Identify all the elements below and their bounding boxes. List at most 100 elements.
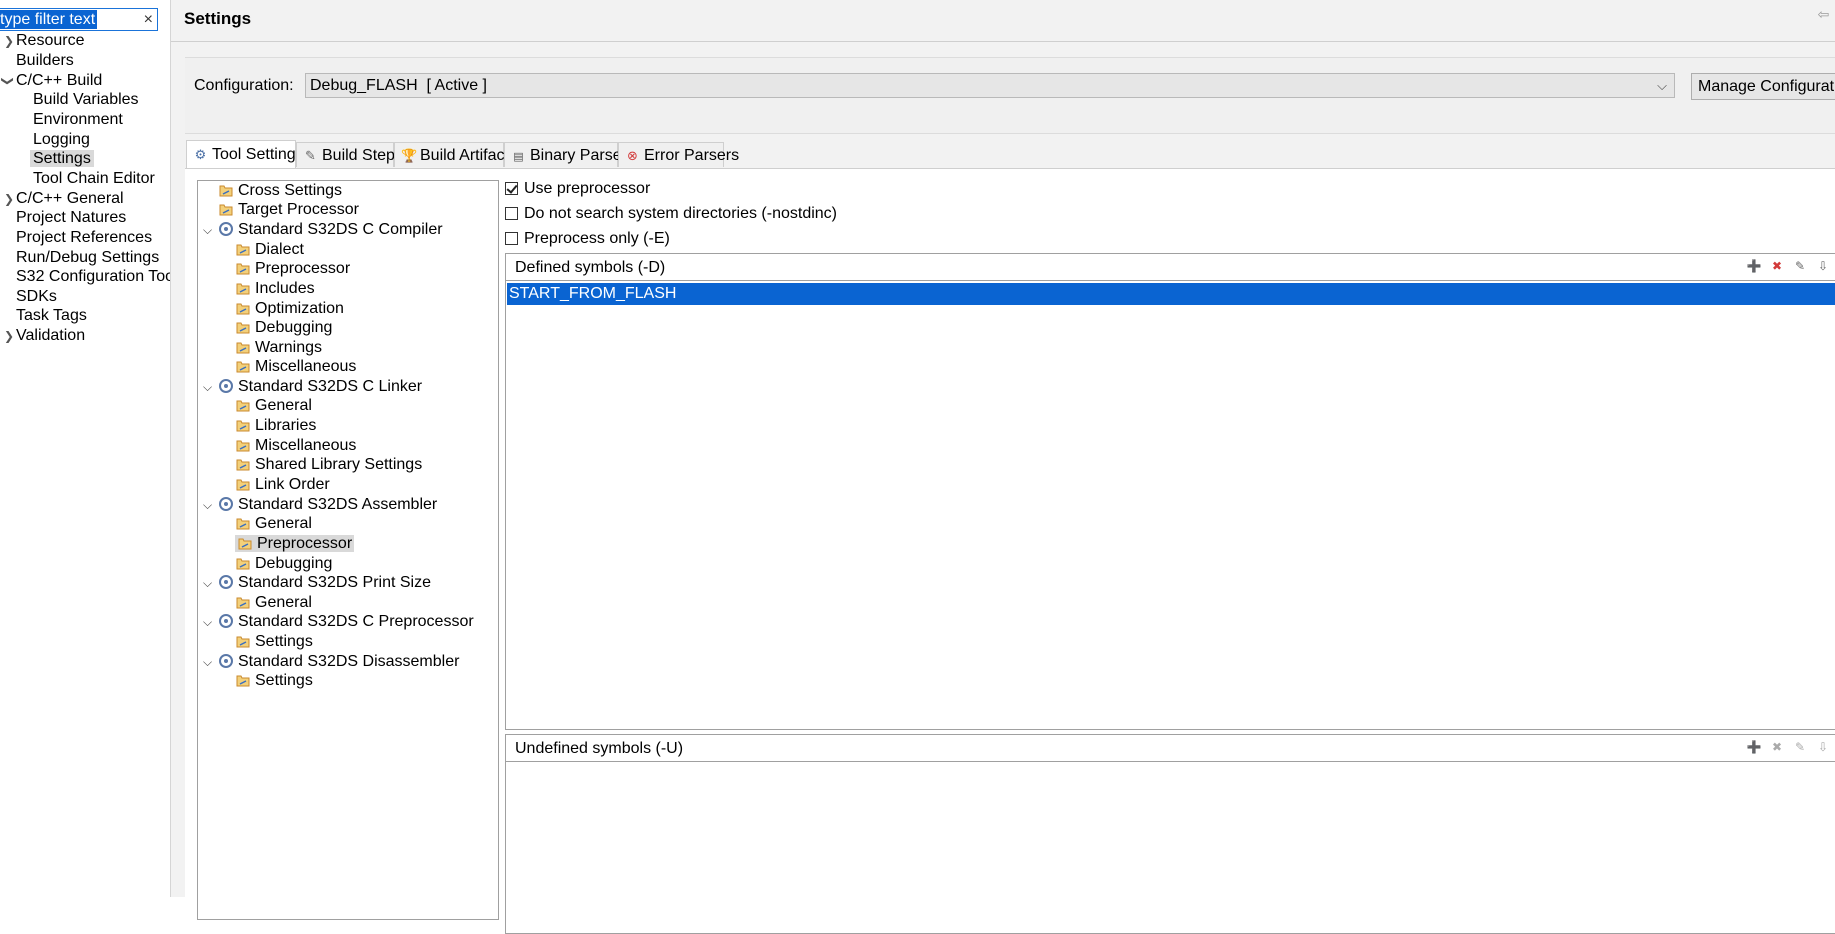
selection-highlight: Preprocessor — [235, 535, 355, 552]
chevron-right-icon[interactable]: ❯ — [4, 30, 14, 52]
delete-icon[interactable]: ✖ — [1769, 739, 1785, 755]
nav-item-project-natures[interactable]: Project Natures — [16, 207, 126, 229]
nav-item-builders[interactable]: Builders — [16, 50, 74, 72]
add-icon[interactable]: ➕ — [1746, 739, 1762, 755]
tree-item-label: Warnings — [255, 339, 322, 356]
option-page-icon — [238, 538, 252, 550]
tool-icon — [219, 222, 233, 236]
tab-build-steps[interactable]: ✎ Build Steps — [296, 142, 403, 167]
nostdinc-checkbox[interactable]: Do not search system directories (-nostd… — [505, 203, 837, 225]
tree-item[interactable]: Shared Library Settings — [235, 454, 422, 476]
tree-item-label: General — [255, 515, 312, 532]
tree-item[interactable]: Link Order — [235, 474, 330, 496]
tree-item-label: Preprocessor — [257, 535, 353, 552]
tree-item[interactable]: Target Processor — [218, 199, 359, 221]
checkbox-label: Preprocess only (-E) — [524, 230, 670, 247]
tree-item[interactable]: Settings — [235, 631, 313, 653]
edit-icon[interactable]: ✎ — [1792, 258, 1808, 274]
option-page-icon — [236, 518, 250, 530]
undefined-symbols-list[interactable]: Undefined symbols (-U) ➕ ✖ ✎ ⇩ — [505, 734, 1835, 934]
delete-icon[interactable]: ✖ — [1769, 258, 1785, 274]
nav-item-label: Logging — [33, 131, 90, 148]
tree-item-label: Debugging — [255, 555, 333, 572]
tool-icon — [219, 614, 233, 628]
nav-item-environment[interactable]: Environment — [33, 109, 123, 131]
checkbox-unchecked-icon[interactable] — [505, 207, 518, 220]
tree-item-label: Debugging — [255, 319, 333, 336]
option-page-icon — [236, 479, 250, 491]
property-nav-pane: type filter text × ❯ Resource Builders ❯… — [0, 0, 171, 897]
nav-item-resource[interactable]: Resource — [16, 30, 84, 52]
chevron-down-icon[interactable]: ⌵ — [203, 572, 212, 594]
option-page-icon — [236, 558, 250, 570]
tree-item[interactable]: Standard S32DS Print Size — [218, 572, 431, 594]
nav-item-settings[interactable]: Settings — [30, 148, 94, 170]
chevron-down-icon[interactable]: ⌵ — [203, 611, 212, 633]
chevron-right-icon[interactable]: ❯ — [4, 325, 14, 347]
chevron-right-icon[interactable]: ❯ — [4, 188, 14, 210]
chevron-down-icon[interactable]: ⌵ — [203, 376, 212, 398]
checkbox-checked-icon[interactable] — [505, 182, 518, 195]
tree-item[interactable]: Debugging — [235, 317, 332, 339]
tab-label: Build Artifact — [420, 147, 509, 164]
nav-item-label: C/C++ Build — [16, 72, 103, 89]
nav-item-s32-config-tools[interactable]: S32 Configuration Tools — [16, 266, 170, 288]
manage-configurations-button[interactable]: Manage Configurations... — [1691, 73, 1835, 100]
tab-build-artifact[interactable]: 🏆 Build Artifact — [394, 142, 509, 167]
preprocess-only-checkbox[interactable]: Preprocess only (-E) — [505, 228, 670, 250]
add-icon[interactable]: ➕ — [1746, 258, 1762, 274]
tool-icon — [219, 654, 233, 668]
tree-item[interactable]: Settings — [235, 670, 313, 692]
history-nav[interactable]: ⇦ ▼ — [1817, 6, 1835, 23]
tool-settings-icon: ⚙ — [194, 147, 207, 162]
tree-item[interactable]: Standard S32DS C Preprocessor — [218, 611, 474, 633]
tree-item-label: Shared Library Settings — [255, 456, 423, 473]
tree-item[interactable]: Preprocessor — [235, 258, 350, 280]
clear-filter-icon[interactable]: × — [144, 9, 153, 30]
tool-icon — [219, 497, 233, 511]
nav-item-tool-chain-editor[interactable]: Tool Chain Editor — [33, 168, 155, 190]
tree-item-selected[interactable]: Preprocessor — [235, 533, 355, 555]
tree-item[interactable]: Includes — [235, 278, 315, 300]
use-preprocessor-checkbox[interactable]: Use preprocessor — [505, 178, 650, 200]
nav-item-label: Tool Chain Editor — [33, 170, 155, 187]
defined-symbols-title: Defined symbols (-D) — [515, 259, 666, 276]
tree-item-label: Standard S32DS Disassembler — [238, 653, 460, 670]
tree-item[interactable]: General — [235, 395, 312, 417]
nav-item-label: Resource — [16, 32, 85, 49]
tool-icon — [219, 379, 233, 393]
configuration-value: Debug_FLASH [ Active ] — [310, 77, 487, 94]
chevron-down-icon[interactable]: ⌵ — [203, 651, 212, 673]
tree-item[interactable]: Miscellaneous — [235, 356, 356, 378]
list-item[interactable]: START_FROM_FLASH — [507, 283, 1835, 305]
filter-input[interactable]: type filter text × — [0, 8, 158, 31]
tab-tool-settings[interactable]: ⚙ Tool Settings — [186, 140, 304, 168]
chevron-down-icon[interactable]: ⌵ — [203, 494, 212, 516]
tree-item[interactable]: Libraries — [235, 415, 316, 437]
option-page-icon — [236, 636, 250, 648]
tab-binary-parsers[interactable]: ▤ Binary Parsers — [504, 142, 635, 167]
checkbox-unchecked-icon[interactable] — [505, 232, 518, 245]
tab-error-parsers[interactable]: ⊗ Error Parsers — [618, 142, 739, 167]
page-title: Settings — [184, 9, 252, 28]
nav-item-build-variables[interactable]: Build Variables — [33, 89, 139, 111]
nav-item-task-tags[interactable]: Task Tags — [16, 305, 87, 327]
nav-item-label: Validation — [16, 327, 86, 344]
nav-item-validation[interactable]: Validation — [16, 325, 85, 347]
nav-item-project-references[interactable]: Project References — [16, 227, 152, 249]
move-down-icon[interactable]: ⇩ — [1815, 258, 1831, 274]
edit-icon[interactable]: ✎ — [1792, 739, 1808, 755]
move-down-icon[interactable]: ⇩ — [1815, 739, 1831, 755]
configuration-select[interactable]: Debug_FLASH [ Active ] ⌵ — [305, 73, 1675, 98]
option-page-icon — [236, 342, 250, 354]
tree-item-label: Libraries — [255, 417, 317, 434]
tree-item[interactable]: General — [235, 513, 312, 535]
filter-input-text[interactable]: type filter text — [0, 10, 98, 29]
defined-symbols-list[interactable]: Defined symbols (-D) ➕ ✖ ✎ ⇩ START_FROM_FLA… — [505, 253, 1835, 730]
tree-item[interactable]: Standard S32DS C Compiler — [218, 219, 443, 241]
chevron-down-icon[interactable]: ⌵ — [1657, 74, 1667, 97]
tool-settings-tree[interactable]: Cross Settings Target Processor ⌵ Standa… — [197, 180, 499, 920]
list-toolbar: ➕ ✖ ✎ ⇩ — [1746, 739, 1835, 755]
chevron-down-icon[interactable]: ⌵ — [203, 219, 212, 241]
back-arrow-icon[interactable]: ⇦ — [1817, 6, 1829, 22]
